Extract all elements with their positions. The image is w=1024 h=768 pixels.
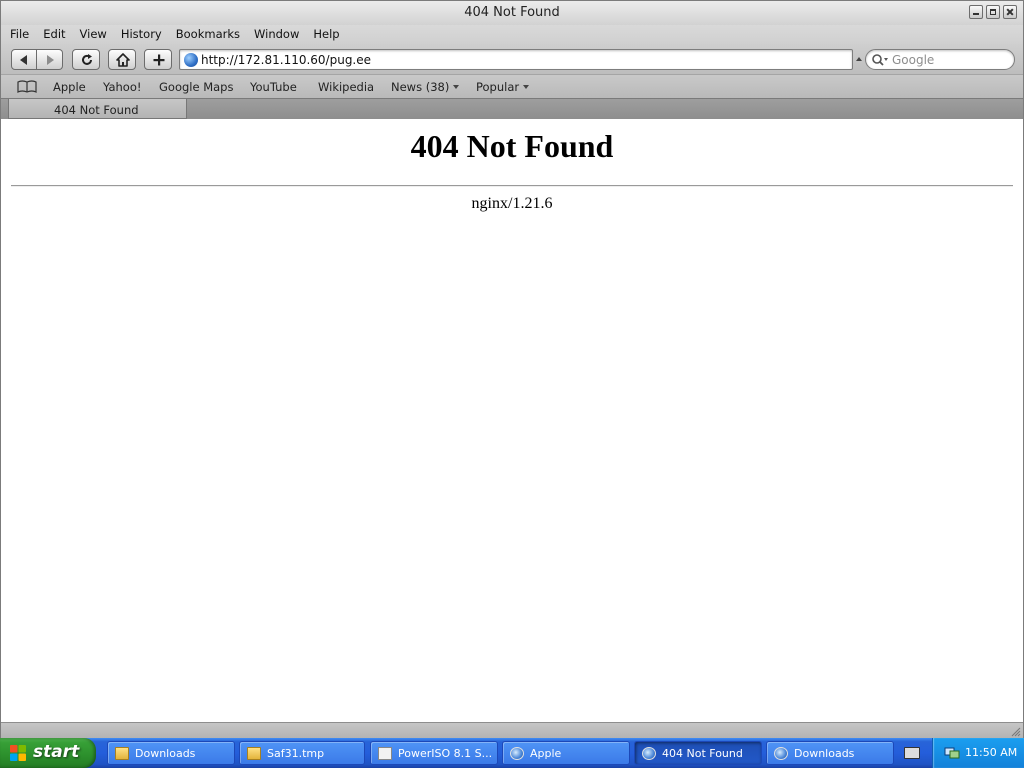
window-controls — [969, 5, 1017, 19]
safari-icon — [642, 747, 656, 760]
chevron-down-icon — [523, 85, 530, 89]
start-label: start — [33, 742, 80, 762]
tab-label: 404 Not Found — [54, 103, 139, 117]
back-arrow-icon — [20, 55, 27, 65]
taskbar: start Downloads Saf31.tmp PowerISO 8.1 S… — [0, 738, 1024, 768]
add-bookmark-icon — [153, 54, 165, 66]
folder-icon — [247, 747, 261, 760]
keyboard-icon[interactable] — [904, 747, 920, 759]
bookmarks-book-icon[interactable] — [17, 80, 37, 93]
task-label: 404 Not Found — [662, 747, 743, 760]
forward-arrow-icon — [47, 55, 54, 65]
add-bookmark-button[interactable] — [144, 49, 172, 70]
task-poweriso[interactable]: PowerISO 8.1 S... — [370, 741, 498, 765]
url-text[interactable]: http://172.81.110.60/pug.ee — [201, 53, 371, 67]
home-button[interactable] — [108, 49, 136, 70]
server-signature: nginx/1.21.6 — [471, 195, 553, 212]
menu-window[interactable]: Window — [254, 25, 306, 44]
address-bar[interactable]: http://172.81.110.60/pug.ee — [179, 49, 853, 70]
folder-icon — [115, 747, 129, 760]
clock[interactable]: 11:50 AM — [965, 746, 1017, 759]
navigation-toolbar: http://172.81.110.60/pug.ee Google — [1, 44, 1023, 74]
task-label: Saf31.tmp — [267, 747, 325, 760]
forward-button[interactable] — [37, 49, 63, 70]
resize-grip-icon[interactable] — [1009, 725, 1021, 737]
network-icon[interactable] — [944, 746, 960, 760]
system-tray: 11:50 AM — [932, 738, 1024, 768]
bookmark-news-menu[interactable]: News (38) — [391, 80, 460, 94]
task-apple[interactable]: Apple — [502, 741, 630, 765]
chevron-down-icon — [453, 85, 460, 89]
menu-view[interactable]: View — [80, 25, 114, 44]
bookmark-popular-menu[interactable]: Popular — [476, 80, 530, 94]
menu-bookmarks[interactable]: Bookmarks — [176, 25, 247, 44]
divider — [11, 185, 1013, 187]
search-icon — [872, 54, 888, 66]
bookmark-news-label: News (38) — [391, 80, 450, 94]
home-icon — [116, 53, 130, 67]
tab-404-not-found[interactable]: 404 Not Found — [8, 99, 187, 119]
windows-logo-icon — [10, 745, 26, 761]
menu-file[interactable]: File — [10, 25, 36, 44]
search-field[interactable]: Google — [865, 49, 1015, 70]
bookmark-yahoo[interactable]: Yahoo! — [103, 80, 141, 94]
tab-bar: 404 Not Found — [1, 98, 1023, 119]
installer-icon — [378, 747, 392, 760]
search-placeholder: Google — [892, 53, 935, 67]
safari-icon — [774, 747, 788, 760]
task-label: Downloads — [135, 747, 196, 760]
maximize-icon[interactable] — [986, 5, 1000, 19]
globe-icon — [184, 53, 198, 67]
safari-icon — [510, 747, 524, 760]
browser-window: 404 Not Found File Edit View History Boo… — [0, 0, 1024, 738]
bookmarks-bar: Apple Yahoo! Google Maps YouTube Wikiped… — [1, 74, 1023, 98]
close-icon[interactable] — [1003, 5, 1017, 19]
bookmark-wikipedia[interactable]: Wikipedia — [318, 80, 374, 94]
reload-icon — [82, 54, 92, 65]
bookmark-google-maps[interactable]: Google Maps — [159, 80, 233, 94]
menu-history[interactable]: History — [121, 25, 169, 44]
menu-bar: File Edit View History Bookmarks Window … — [1, 25, 1023, 44]
back-button[interactable] — [11, 49, 37, 70]
task-label: Apple — [530, 747, 562, 760]
menu-edit[interactable]: Edit — [43, 25, 72, 44]
bookmark-apple[interactable]: Apple — [53, 80, 86, 94]
page-content: 404 Not Found nginx/1.21.6 — [1, 119, 1023, 722]
bookmark-youtube[interactable]: YouTube — [250, 80, 297, 94]
start-button[interactable]: start — [0, 738, 96, 768]
bookmark-popular-label: Popular — [476, 80, 520, 94]
window-title: 404 Not Found — [464, 5, 560, 20]
status-bar — [1, 722, 1023, 738]
task-downloads-folder[interactable]: Downloads — [107, 741, 235, 765]
task-label: PowerISO 8.1 S... — [398, 747, 493, 760]
address-dropdown-icon[interactable] — [856, 57, 862, 61]
task-label: Downloads — [794, 747, 855, 760]
page-title: 404 Not Found — [410, 128, 614, 164]
title-bar[interactable]: 404 Not Found — [1, 1, 1023, 25]
task-saf31-folder[interactable]: Saf31.tmp — [239, 741, 365, 765]
task-404-not-found[interactable]: 404 Not Found — [634, 741, 762, 765]
reload-button[interactable] — [72, 49, 100, 70]
minimize-icon[interactable] — [969, 5, 983, 19]
task-downloads-safari[interactable]: Downloads — [766, 741, 894, 765]
menu-help[interactable]: Help — [313, 25, 346, 44]
